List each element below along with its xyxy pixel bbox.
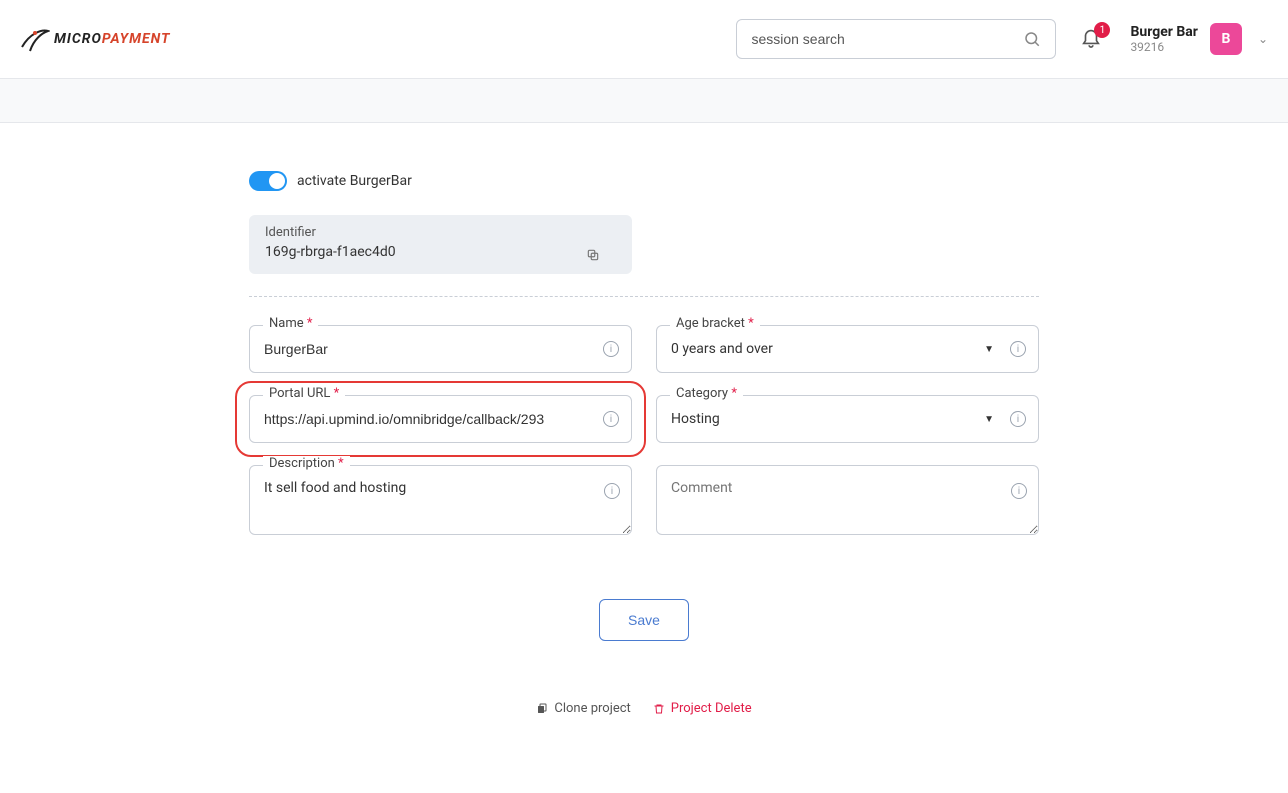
name-label: Name [269, 316, 304, 331]
user-name-label: Burger Bar [1130, 24, 1198, 40]
description-field-wrapper: Description * i [249, 465, 632, 539]
portal-url-field-wrapper: Portal URL * i [249, 395, 632, 443]
dropdown-caret-icon: ▼ [984, 414, 994, 425]
notification-badge: 1 [1094, 22, 1110, 38]
age-bracket-value: 0 years and over [671, 341, 1000, 357]
name-input[interactable] [264, 341, 593, 357]
age-bracket-select[interactable]: 0 years and over ▼ i [656, 325, 1039, 373]
save-button[interactable]: Save [599, 599, 689, 641]
breadcrumb-strip [0, 79, 1288, 123]
age-bracket-label: Age bracket [676, 316, 745, 331]
activate-toggle[interactable] [249, 171, 287, 191]
info-icon[interactable]: i [604, 483, 620, 499]
logo-text-payment: PAYMENT [102, 31, 171, 47]
delete-project-link[interactable]: Project Delete [653, 701, 752, 716]
delete-project-label: Project Delete [671, 701, 752, 716]
project-form: activate BurgerBar Identifier 169g-rbrga… [249, 171, 1039, 756]
identifier-value: 169g-rbrga-f1aec4d0 [265, 244, 616, 260]
info-icon[interactable]: i [1010, 341, 1026, 357]
session-search-box[interactable] [736, 19, 1056, 59]
category-field-wrapper: Category * Hosting ▼ i [656, 395, 1039, 443]
trash-icon [653, 703, 665, 715]
activate-toggle-label: activate BurgerBar [297, 173, 412, 189]
session-search-input[interactable] [751, 31, 1023, 47]
info-icon[interactable]: i [1011, 483, 1027, 499]
avatar: B [1210, 23, 1242, 55]
logo-swoosh-icon [20, 25, 50, 53]
info-icon[interactable]: i [1010, 411, 1026, 427]
user-id-label: 39216 [1130, 40, 1198, 54]
description-label: Description [269, 456, 335, 471]
brand-logo: MICRO PAYMENT [20, 25, 170, 53]
category-label: Category [676, 386, 728, 401]
info-icon[interactable]: i [603, 341, 619, 357]
copy-icon[interactable] [586, 247, 600, 266]
category-value: Hosting [671, 411, 1000, 427]
clone-project-link[interactable]: Clone project [536, 701, 630, 716]
portal-url-label: Portal URL [269, 386, 330, 401]
top-header: MICRO PAYMENT 1 Burger Bar 39216 B ⌄ [0, 0, 1288, 79]
info-icon[interactable]: i [603, 411, 619, 427]
chevron-down-icon: ⌄ [1258, 32, 1268, 46]
portal-url-input[interactable] [264, 411, 593, 427]
section-divider [249, 296, 1039, 297]
user-menu[interactable]: Burger Bar 39216 B ⌄ [1130, 23, 1268, 55]
search-icon [1023, 30, 1041, 48]
comment-textarea[interactable] [656, 465, 1039, 535]
comment-field-wrapper: i [656, 465, 1039, 539]
dropdown-caret-icon: ▼ [984, 344, 994, 355]
identifier-label: Identifier [265, 225, 616, 240]
identifier-panel: Identifier 169g-rbrga-f1aec4d0 [249, 215, 632, 274]
age-bracket-field-wrapper: Age bracket * 0 years and over ▼ i [656, 325, 1039, 373]
name-field-wrapper: Name * i [249, 325, 632, 373]
clone-icon [536, 703, 548, 715]
category-select[interactable]: Hosting ▼ i [656, 395, 1039, 443]
description-textarea[interactable] [249, 465, 632, 535]
notifications-button[interactable]: 1 [1080, 26, 1102, 52]
logo-text-micro: MICRO [54, 31, 102, 47]
clone-project-label: Clone project [554, 701, 630, 716]
